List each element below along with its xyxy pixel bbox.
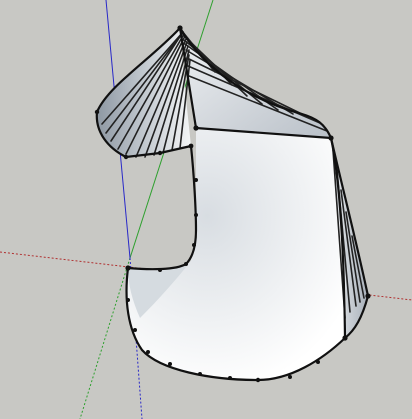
modeling-viewport[interactable] [0, 0, 412, 419]
3d-scene[interactable] [0, 0, 412, 419]
